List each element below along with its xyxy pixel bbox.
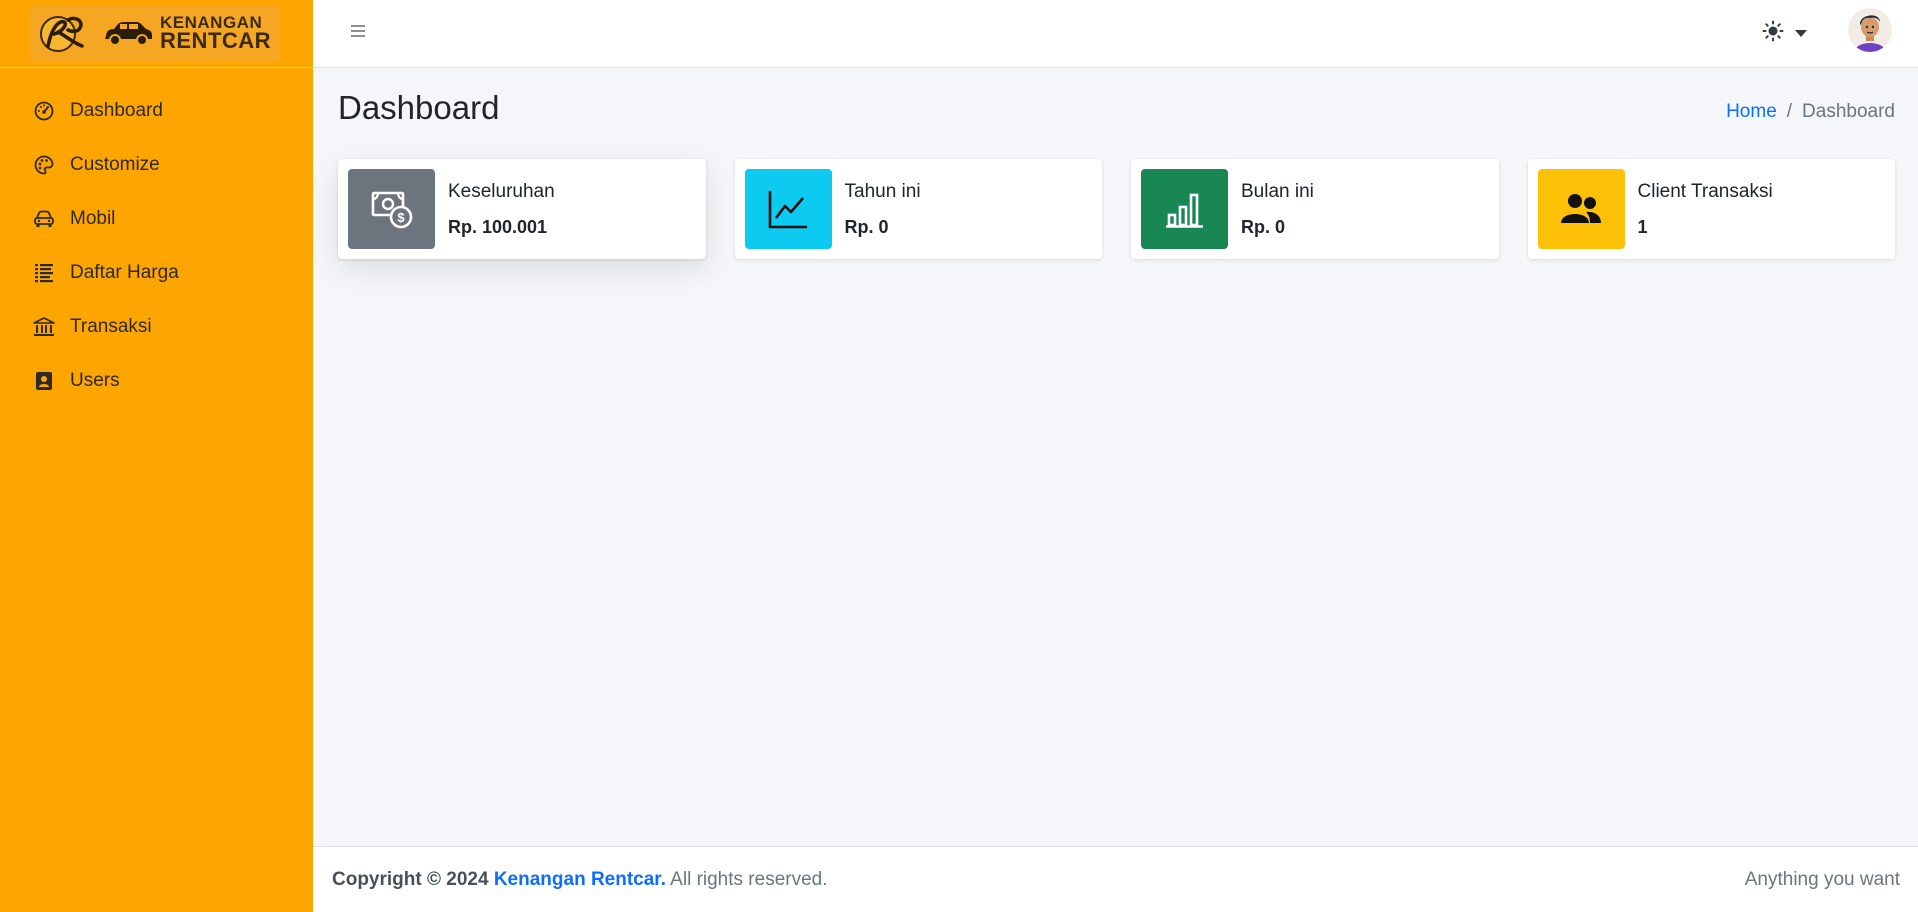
brand[interactable]: KENANGAN RENTCAR [0, 0, 313, 68]
card-value: Rp. 0 [1241, 216, 1286, 237]
user-avatar[interactable] [1848, 8, 1892, 52]
sidebar-item-dashboard[interactable]: Dashboard [0, 84, 313, 138]
svg-text:$: $ [397, 210, 405, 225]
sidebar-item-label: Daftar Harga [70, 262, 179, 283]
copyright-text: Copyright © 2024 [332, 868, 489, 890]
caret-down-icon [1794, 25, 1808, 43]
sidebar: KENANGAN RENTCAR Dashboard Customize Mob… [0, 0, 313, 912]
stats-cards: $ Keseluruhan Rp. 100.001 Tahun ini Rp. … [338, 159, 1895, 259]
breadcrumb-separator: / [1786, 101, 1793, 122]
footer-copyright: Copyright © 2024 Kenangan Rentcar. All r… [332, 869, 828, 891]
card-label: Tahun ini [844, 180, 921, 202]
brand-line2: RENTCAR [160, 28, 272, 54]
breadcrumb-home-link[interactable]: Home [1726, 101, 1777, 123]
card-value: 1 [1637, 216, 1648, 237]
card-label: Bulan ini [1241, 180, 1314, 202]
speedometer-icon [33, 100, 55, 122]
hamburger-icon[interactable] [349, 22, 367, 40]
footer: Copyright © 2024 Kenangan Rentcar. All r… [313, 846, 1918, 912]
card-icon-box [1537, 169, 1625, 249]
sidebar-item-users[interactable]: Users [0, 354, 313, 408]
topbar [313, 0, 1918, 68]
stat-card-tahun-ini: Tahun ini Rp. 0 [734, 159, 1102, 259]
bar-chart-icon [1165, 193, 1203, 228]
page-title: Dashboard [338, 89, 500, 126]
card-value: Rp. 100.001 [448, 216, 548, 237]
sidebar-item-customize[interactable]: Customize [0, 138, 313, 192]
sidebar-nav: Dashboard Customize Mobil Daftar Harga T… [0, 84, 313, 408]
brand-logo[interactable]: KENANGAN RENTCAR [30, 5, 280, 62]
car-front-icon [33, 208, 55, 230]
breadcrumb: Home / Dashboard [1726, 101, 1895, 123]
breadcrumb-current: Dashboard [1802, 101, 1895, 122]
stat-card-keseluruhan: $ Keseluruhan Rp. 100.001 [338, 159, 706, 259]
graph-up-icon [768, 191, 807, 229]
car-logo-icon [105, 21, 152, 46]
footer-brand-link[interactable]: Kenangan Rentcar. [494, 869, 666, 890]
sidebar-item-mobil[interactable]: Mobil [0, 192, 313, 246]
card-icon-box: $ [348, 169, 435, 249]
card-label: Keseluruhan [448, 180, 555, 202]
person-badge-icon [33, 370, 55, 392]
kr-monogram-logo [40, 15, 84, 52]
sun-icon [1762, 20, 1784, 47]
rights-text: All rights reserved. [670, 868, 828, 890]
sidebar-item-label: Users [70, 370, 120, 391]
list-icon [33, 262, 55, 284]
stat-card-bulan-ini: Bulan ini Rp. 0 [1131, 159, 1499, 259]
stat-card-client-transaksi: Client Transaksi 1 [1527, 159, 1895, 259]
cash-coin-icon: $ [371, 191, 412, 229]
card-icon-box [744, 169, 832, 249]
sidebar-item-transaksi[interactable]: Transaksi [0, 300, 313, 354]
palette-icon [33, 154, 55, 176]
footer-right-text: Anything you want [1744, 868, 1900, 890]
card-label: Client Transaksi [1637, 180, 1773, 202]
theme-toggle[interactable] [1762, 20, 1808, 47]
main-content: Dashboard Home / Dashboard $ Keseluruhan… [313, 69, 1918, 846]
sidebar-item-label: Transaksi [70, 316, 152, 337]
sidebar-item-label: Mobil [70, 208, 116, 229]
card-icon-box [1141, 169, 1228, 249]
sidebar-item-label: Customize [70, 154, 160, 175]
people-icon [1561, 194, 1601, 223]
sidebar-item-daftar-harga[interactable]: Daftar Harga [0, 246, 313, 300]
bank-icon [33, 316, 55, 338]
sidebar-item-label: Dashboard [70, 100, 163, 121]
card-value: Rp. 0 [844, 216, 889, 237]
